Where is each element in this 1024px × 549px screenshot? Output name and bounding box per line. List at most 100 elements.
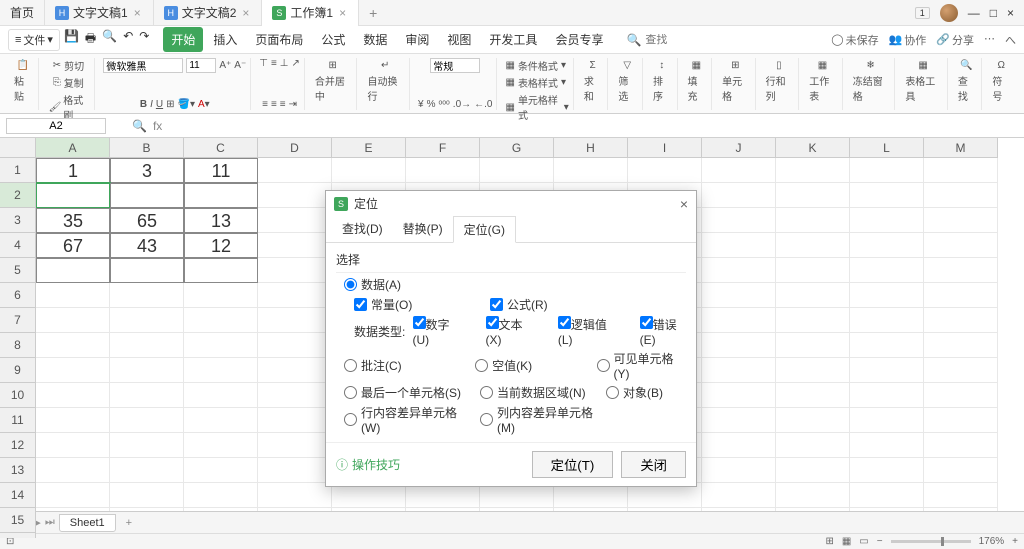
opt-blank[interactable]: 空值(K) xyxy=(475,357,590,374)
increase-decimal-icon[interactable]: .0→ xyxy=(453,99,471,110)
cell[interactable] xyxy=(850,183,924,208)
sheet-button[interactable]: ▦工作表 xyxy=(807,58,838,105)
undo-icon[interactable]: ↶ xyxy=(123,29,133,50)
cell[interactable] xyxy=(110,433,184,458)
tab-review[interactable]: 审阅 xyxy=(397,27,437,52)
cell[interactable] xyxy=(850,358,924,383)
select-all-corner[interactable] xyxy=(0,138,36,158)
print-icon[interactable]: 🖶 xyxy=(85,29,96,50)
col-header[interactable]: M xyxy=(924,138,998,158)
font-size-select[interactable] xyxy=(186,58,216,73)
cell[interactable] xyxy=(776,483,850,508)
cell[interactable] xyxy=(36,258,110,283)
opt-formula[interactable]: 公式(R) xyxy=(490,296,610,313)
cell[interactable] xyxy=(776,183,850,208)
cell[interactable] xyxy=(258,333,332,358)
cell[interactable] xyxy=(36,283,110,308)
opt-text[interactable]: 文本(X) xyxy=(486,316,532,347)
opt-num[interactable]: 数字(U) xyxy=(413,316,460,347)
cell[interactable] xyxy=(258,408,332,433)
opt-const[interactable]: 常量(O) xyxy=(354,296,484,313)
cell[interactable] xyxy=(850,208,924,233)
cell[interactable]: 43 xyxy=(110,233,184,258)
collab-button[interactable]: 👥 协作 xyxy=(889,32,927,48)
cell[interactable] xyxy=(924,358,998,383)
cell[interactable] xyxy=(184,458,258,483)
cell[interactable] xyxy=(480,158,554,183)
add-sheet-button[interactable]: + xyxy=(120,517,138,529)
col-header[interactable]: L xyxy=(850,138,924,158)
align-right-icon[interactable]: ≡ xyxy=(280,99,286,110)
cell[interactable] xyxy=(850,458,924,483)
dialog-close-button[interactable]: × xyxy=(680,196,688,212)
font-name-select[interactable] xyxy=(103,58,183,73)
copy-button[interactable]: ⎘复制 xyxy=(53,75,84,90)
cell[interactable] xyxy=(924,483,998,508)
cell[interactable] xyxy=(776,208,850,233)
cell[interactable]: 65 xyxy=(110,208,184,233)
align-top-icon[interactable]: ⊤ xyxy=(259,58,268,69)
row-header[interactable]: 12 xyxy=(0,433,36,458)
cell[interactable] xyxy=(110,258,184,283)
cell[interactable] xyxy=(110,358,184,383)
cell[interactable] xyxy=(702,283,776,308)
percent-icon[interactable]: % xyxy=(427,99,436,110)
cell[interactable] xyxy=(924,383,998,408)
cell[interactable] xyxy=(924,283,998,308)
row-header[interactable]: 16 xyxy=(0,533,36,538)
cell[interactable] xyxy=(924,158,998,183)
close-icon[interactable]: × xyxy=(240,6,251,20)
cell[interactable] xyxy=(258,433,332,458)
cell[interactable]: 3 xyxy=(110,158,184,183)
fx-icon[interactable]: 🔍 xyxy=(132,119,147,133)
cell[interactable]: 1 xyxy=(36,158,110,183)
opt-coldiff[interactable]: 列内容差异单元格(M) xyxy=(480,404,600,435)
col-header[interactable]: J xyxy=(702,138,776,158)
row-header[interactable]: 10 xyxy=(0,383,36,408)
cell[interactable]: 11 xyxy=(184,158,258,183)
cell[interactable] xyxy=(776,158,850,183)
align-middle-icon[interactable]: ≡ xyxy=(271,58,277,69)
opt-lastcell[interactable]: 最后一个单元格(S) xyxy=(344,384,474,401)
view-mode-icon[interactable]: ▦ xyxy=(842,536,851,547)
cell[interactable] xyxy=(702,458,776,483)
zoom-out-icon[interactable]: − xyxy=(877,536,883,547)
tab-start[interactable]: 开始 xyxy=(163,27,203,52)
cell-button[interactable]: ⊞单元格 xyxy=(720,58,751,105)
dialog-tab-goto[interactable]: 定位(G) xyxy=(453,216,516,243)
indent-icon[interactable]: ⇥ xyxy=(289,99,297,110)
sum-button[interactable]: Σ求和 xyxy=(582,58,604,105)
cond-format-button[interactable]: ▦条件格式▾ xyxy=(505,58,568,73)
cell[interactable] xyxy=(258,458,332,483)
tab-data[interactable]: 数据 xyxy=(355,27,395,52)
cell[interactable] xyxy=(924,308,998,333)
cell[interactable]: 12 xyxy=(184,233,258,258)
notification-badge[interactable]: 1 xyxy=(915,7,930,19)
cell[interactable] xyxy=(628,158,702,183)
tab-insert[interactable]: 插入 xyxy=(205,27,245,52)
comma-icon[interactable]: ᵒᵒᵒ xyxy=(438,99,449,110)
name-box[interactable] xyxy=(6,118,106,134)
sheet-nav-last-icon[interactable]: ⏭ xyxy=(45,516,55,529)
file-menu[interactable]: ≡ 文件 ▾ xyxy=(8,29,60,51)
save-icon[interactable]: 💾 xyxy=(64,29,79,50)
row-header[interactable]: 9 xyxy=(0,358,36,383)
opt-object[interactable]: 对象(B) xyxy=(606,384,663,401)
window-close-icon[interactable]: × xyxy=(1007,6,1014,20)
cell[interactable] xyxy=(258,183,332,208)
cell[interactable] xyxy=(258,283,332,308)
col-header[interactable]: I xyxy=(628,138,702,158)
cell[interactable] xyxy=(110,183,184,208)
row-col-button[interactable]: ▯行和列 xyxy=(764,58,795,105)
italic-button[interactable]: I xyxy=(150,99,153,110)
underline-button[interactable]: U xyxy=(156,99,163,110)
cell[interactable] xyxy=(776,308,850,333)
maximize-icon[interactable]: □ xyxy=(990,6,997,20)
opt-err[interactable]: 错误(E) xyxy=(640,316,686,347)
tab-formula[interactable]: 公式 xyxy=(313,27,353,52)
border-button[interactable]: ⊞ xyxy=(166,99,174,110)
cell[interactable] xyxy=(702,233,776,258)
cell[interactable] xyxy=(702,333,776,358)
cell[interactable] xyxy=(332,158,406,183)
cell[interactable] xyxy=(184,308,258,333)
